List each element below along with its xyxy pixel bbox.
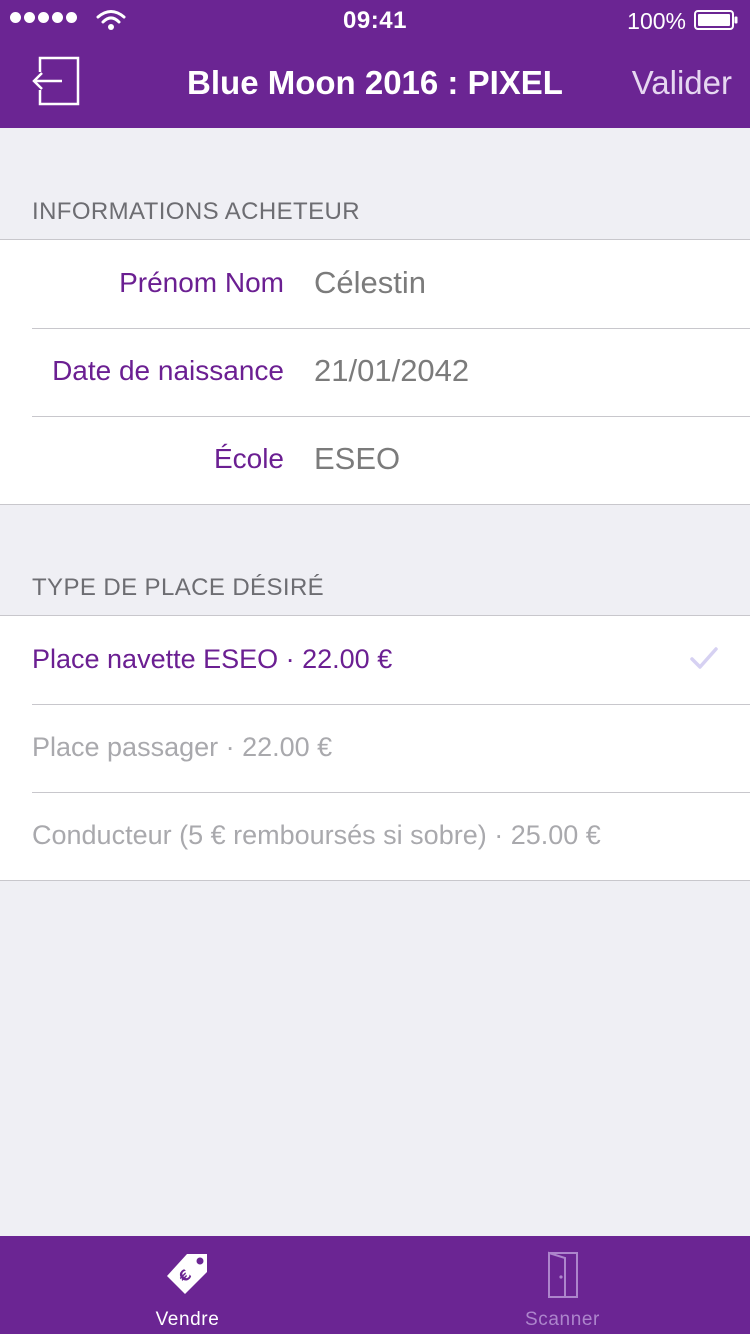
ticket-options: Place navette ESEO · 22.00 € Place passa…	[0, 615, 750, 881]
euro-tag-icon: €	[166, 1254, 207, 1294]
battery-percentage: 100%	[627, 8, 686, 34]
tab-scanner-label: Scanner	[525, 1309, 600, 1330]
birthdate-label: Date de naissance	[52, 355, 284, 386]
ticket-option-label: Place navette ESEO · 22.00 €	[32, 644, 393, 674]
ticket-option-conducteur[interactable]: Conducteur (5 € remboursés si sobre) · 2…	[0, 792, 750, 880]
ticket-section-header: TYPE DE PLACE DÉSIRÉ	[32, 574, 325, 601]
battery-icon	[694, 10, 738, 30]
navigation-bar: Blue Moon 2016 : PIXEL Valider	[0, 40, 750, 128]
checkmark-icon	[690, 647, 718, 669]
school-field[interactable]: ESEO	[314, 441, 400, 477]
ticket-option-navette[interactable]: Place navette ESEO · 22.00 €	[0, 616, 750, 704]
birthdate-row[interactable]: Date de naissance 21/01/2042	[0, 328, 750, 416]
buyer-section-header: INFORMATIONS ACHETEUR	[32, 198, 360, 225]
school-row[interactable]: École ESEO	[0, 416, 750, 504]
full-name-row[interactable]: Prénom Nom Célestin	[0, 240, 750, 328]
full-name-label: Prénom Nom	[119, 267, 284, 298]
buyer-form: Prénom Nom Célestin Date de naissance 21…	[0, 239, 750, 505]
status-bar: 09:41 100%	[0, 0, 750, 40]
ticket-option-passager[interactable]: Place passager · 22.00 €	[0, 704, 750, 792]
tab-vendre-label: Vendre	[155, 1309, 220, 1330]
birthdate-field[interactable]: 21/01/2042	[314, 353, 469, 389]
full-name-field[interactable]: Célestin	[314, 265, 426, 301]
door-icon	[547, 1251, 578, 1298]
tab-bar: € Vendre Scanner	[0, 1236, 750, 1334]
ticket-option-label: Place passager · 22.00 €	[32, 732, 333, 762]
tab-scanner[interactable]: Scanner	[375, 1236, 750, 1334]
validate-button[interactable]: Valider	[632, 64, 732, 102]
tab-vendre[interactable]: € Vendre	[0, 1236, 375, 1334]
school-label: École	[213, 443, 284, 474]
ticket-option-label: Conducteur (5 € remboursés si sobre) · 2…	[32, 820, 601, 850]
